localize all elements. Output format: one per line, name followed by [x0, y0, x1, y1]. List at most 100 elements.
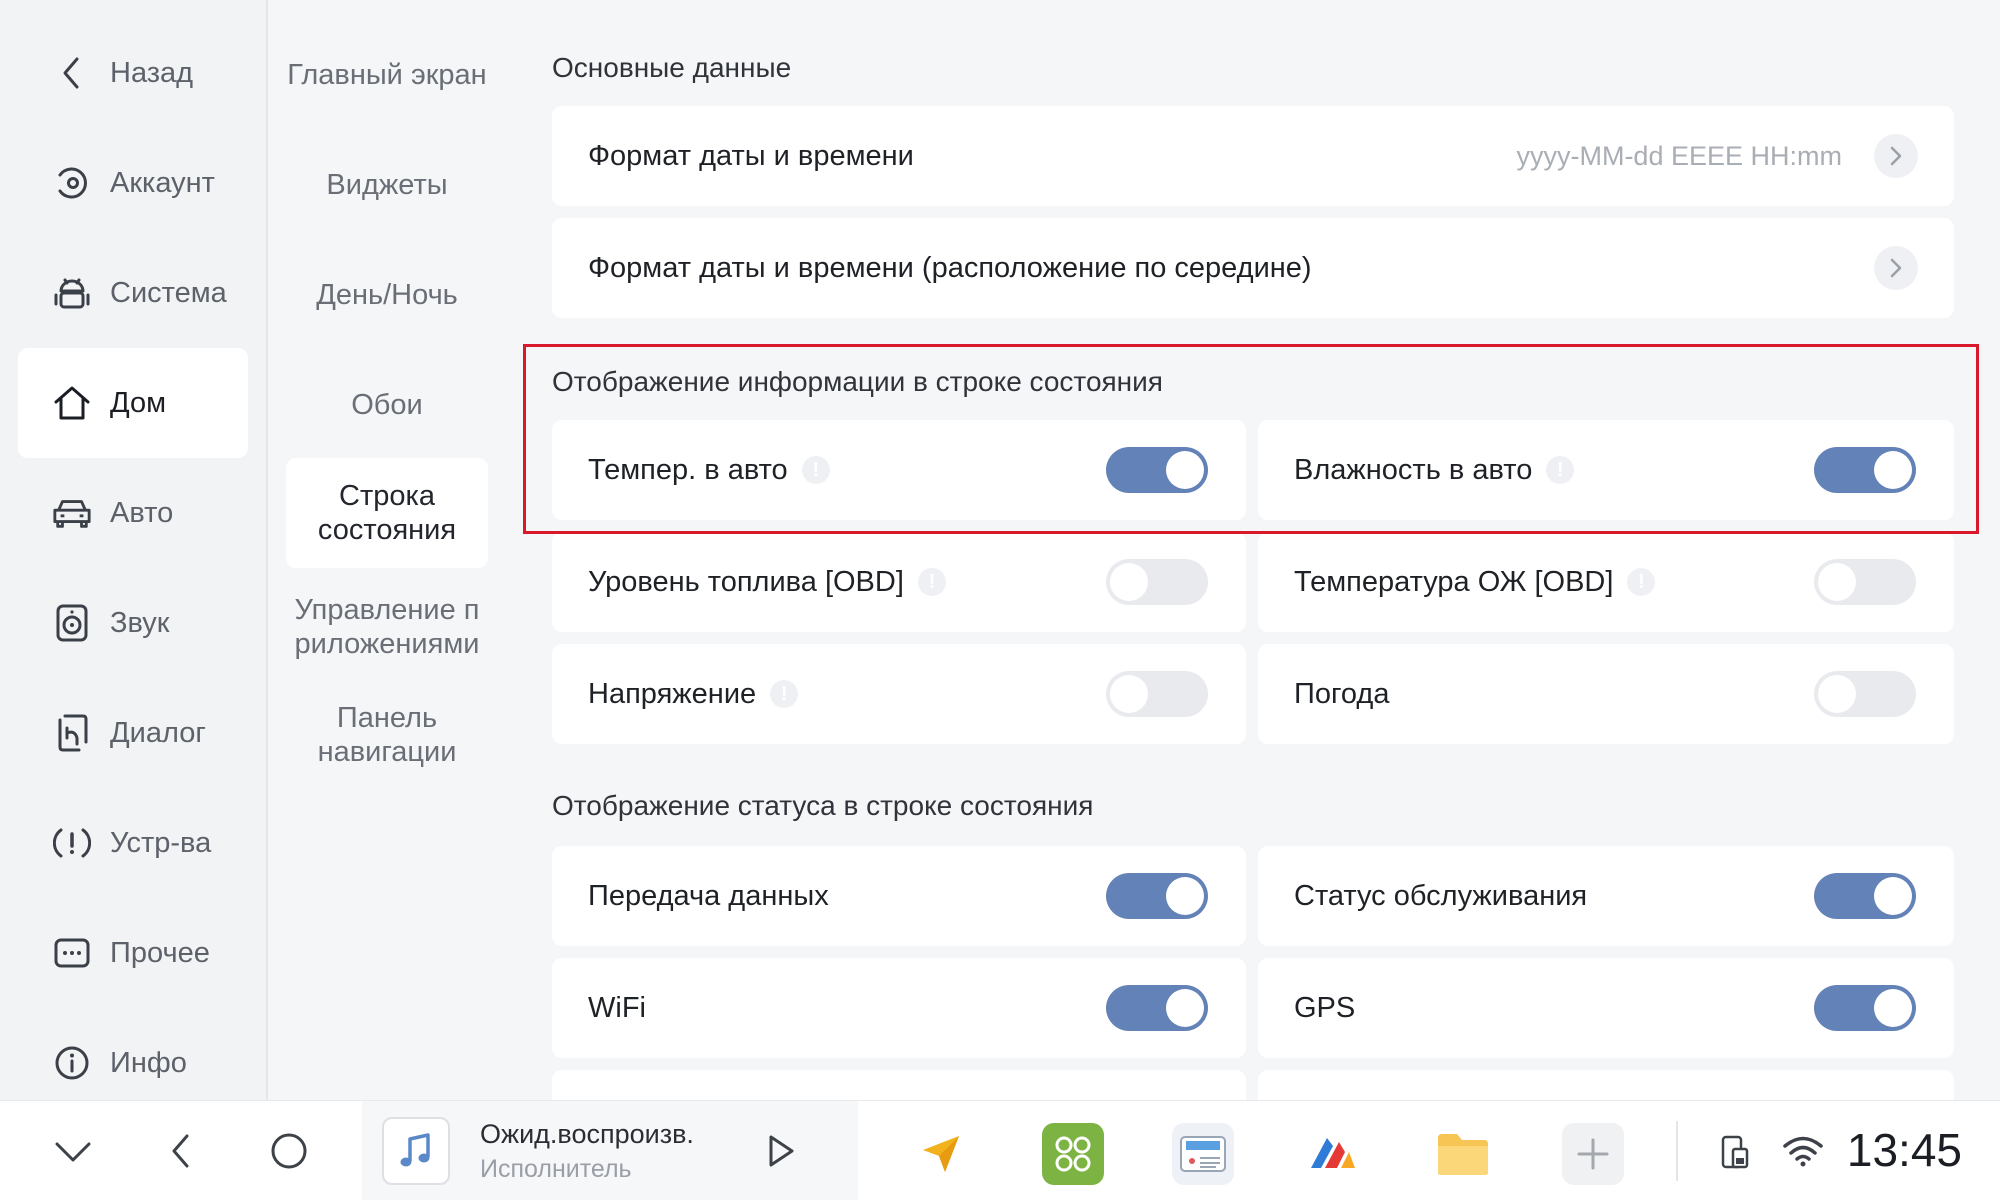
nav-item-devices[interactable]: Устр-ва	[18, 788, 248, 898]
nav-item-label: Прочее	[110, 936, 210, 969]
nav-item-label: Диалог	[110, 716, 206, 749]
subnav-item-day-night[interactable]: День/Ночь	[286, 260, 488, 330]
toggle-knob	[1874, 877, 1912, 915]
back-chevron-icon	[52, 53, 92, 93]
chevron-right-icon	[1874, 246, 1918, 290]
music-widget[interactable]: Ожид.воспроизв. Исполнитель	[362, 1101, 858, 1200]
nav-item-label: Инфо	[110, 1046, 187, 1079]
navigator-app-icon[interactable]	[910, 1123, 972, 1185]
settings-content: Основные данные Формат даты и времени yy…	[506, 0, 2000, 1100]
nav-item-other[interactable]: Прочее	[18, 898, 248, 1008]
nav-item-label: Устр-ва	[110, 826, 212, 859]
nav-item-dialog[interactable]: Диалог	[18, 678, 248, 788]
voltage-row[interactable]: Напряжение!	[552, 644, 1246, 744]
date-format-center-row[interactable]: Формат даты и времени (расположение по с…	[552, 218, 1954, 318]
nav-item-car[interactable]: Авто	[18, 458, 248, 568]
voltage-toggle[interactable]	[1106, 671, 1208, 717]
bottom-dock: Ожид.воспроизв. Исполнитель 13:45	[0, 1100, 2000, 1200]
track-title: Ожид.воспроизв.	[480, 1119, 694, 1149]
subnav-item-label: Виджеты	[326, 169, 448, 201]
subnav-item-label: Панель навигации	[317, 702, 457, 768]
subnav-item-label: Главный экран	[287, 59, 487, 91]
subnav-item-widgets[interactable]: Виджеты	[286, 150, 488, 220]
play-icon[interactable]	[756, 1126, 806, 1176]
phone-battery-icon[interactable]	[1710, 1126, 1760, 1176]
row-label-text: Напряжение	[588, 677, 757, 710]
row-label: WiFi	[588, 991, 646, 1024]
subnav-item-status-bar[interactable]: Строка состояния	[286, 458, 488, 568]
coolant-temp-toggle[interactable]	[1814, 559, 1916, 605]
radio-app-icon[interactable]	[1172, 1123, 1234, 1185]
date-format-row[interactable]: Формат даты и времени yyyy-MM-dd EEEE HH…	[552, 106, 1954, 206]
back-icon[interactable]	[156, 1126, 206, 1176]
clock: 13:45	[1846, 1124, 1962, 1176]
toggle-knob	[1818, 563, 1856, 601]
info-hint-icon[interactable]: !	[917, 568, 946, 596]
toggle-knob	[1166, 989, 1204, 1027]
fuel-level-row[interactable]: Уровень топлива [OBD]!	[552, 532, 1246, 632]
wifi-icon	[1778, 1126, 1828, 1176]
info-hint-icon[interactable]: !	[1627, 568, 1656, 596]
subnav-item-label: Обои	[351, 389, 423, 421]
wifi-toggle[interactable]	[1106, 985, 1208, 1031]
data-transfer-row[interactable]: Передача данных	[552, 846, 1246, 946]
sub-sidebar: Главный экран Виджеты День/Ночь Обои Стр…	[270, 0, 506, 1100]
more-dots-icon	[52, 933, 92, 973]
gps-toggle[interactable]	[1814, 985, 1916, 1031]
home-circle-icon[interactable]	[264, 1126, 314, 1176]
gps-row[interactable]: GPS	[1258, 958, 1954, 1058]
subnav-item-nav-panel[interactable]: Панель навигации	[286, 698, 488, 772]
voice-dialog-icon	[52, 713, 92, 753]
info-hint-icon[interactable]: !	[770, 680, 799, 708]
add-app-icon[interactable]	[1562, 1123, 1624, 1185]
subnav-item-wallpaper[interactable]: Обои	[286, 370, 488, 440]
subnav-item-label: День/Ночь	[316, 279, 458, 311]
subnav-item-app-management[interactable]: Управление приложениями	[286, 574, 488, 680]
dock-divider	[1676, 1121, 1678, 1181]
data-transfer-toggle[interactable]	[1106, 873, 1208, 919]
home-icon	[52, 383, 92, 423]
nav-item-system[interactable]: Система	[18, 238, 248, 348]
service-status-row[interactable]: Статус обслуживания	[1258, 846, 1954, 946]
toggle-knob	[1874, 989, 1912, 1027]
nav-item-home[interactable]: Дом	[18, 348, 248, 458]
speaker-icon	[52, 603, 92, 643]
toggle-knob	[1110, 675, 1148, 713]
nav-item-label: Система	[110, 276, 227, 309]
weather-row[interactable]: Погода	[1258, 644, 1954, 744]
subnav-item-label: Строка состояния	[317, 480, 457, 546]
partial-row	[1258, 1070, 1954, 1100]
wifi-row[interactable]: WiFi	[552, 958, 1246, 1058]
subnav-item-main-screen[interactable]: Главный экран	[286, 38, 488, 112]
nav-item-label: Аккаунт	[110, 166, 215, 199]
media-app-icon[interactable]	[1302, 1123, 1364, 1185]
row-label-text: Уровень топлива [OBD]	[588, 565, 904, 598]
subnav-item-label: Управление приложениями	[294, 594, 480, 660]
files-app-icon[interactable]	[1432, 1123, 1494, 1185]
coolant-temp-row[interactable]: Температура ОЖ [OBD]!	[1258, 532, 1954, 632]
launcher-app-icon[interactable]	[1042, 1123, 1104, 1185]
account-icon	[52, 163, 92, 203]
fuel-level-toggle[interactable]	[1106, 559, 1208, 605]
row-label: Температура ОЖ [OBD]!	[1294, 565, 1656, 599]
nav-item-account[interactable]: Аккаунт	[18, 128, 248, 238]
row-label-text: Температура ОЖ [OBD]	[1294, 565, 1614, 598]
partial-row	[552, 1070, 1246, 1100]
nav-item-back[interactable]: Назад	[18, 18, 248, 128]
nav-item-sound[interactable]: Звук	[18, 568, 248, 678]
car-icon	[52, 493, 92, 533]
nav-item-label: Авто	[110, 496, 174, 529]
devices-alert-icon	[52, 823, 92, 863]
weather-toggle[interactable]	[1814, 671, 1916, 717]
row-label: Формат даты и времени	[588, 139, 914, 172]
main-sidebar: Назад Аккаунт Система Дом Авто Звук Диал…	[0, 0, 268, 1100]
nav-item-label: Дом	[110, 386, 167, 419]
service-status-toggle[interactable]	[1814, 873, 1916, 919]
row-value: yyyy-MM-dd EEEE HH:mm	[1516, 140, 1842, 171]
nav-item-label: Звук	[110, 606, 170, 639]
row-label: Формат даты и времени (расположение по с…	[588, 251, 1312, 284]
collapse-down-icon[interactable]	[48, 1126, 98, 1176]
section-title-basic: Основные данные	[552, 52, 792, 83]
row-label: Уровень топлива [OBD]!	[588, 566, 946, 599]
chevron-right-icon	[1874, 134, 1918, 178]
